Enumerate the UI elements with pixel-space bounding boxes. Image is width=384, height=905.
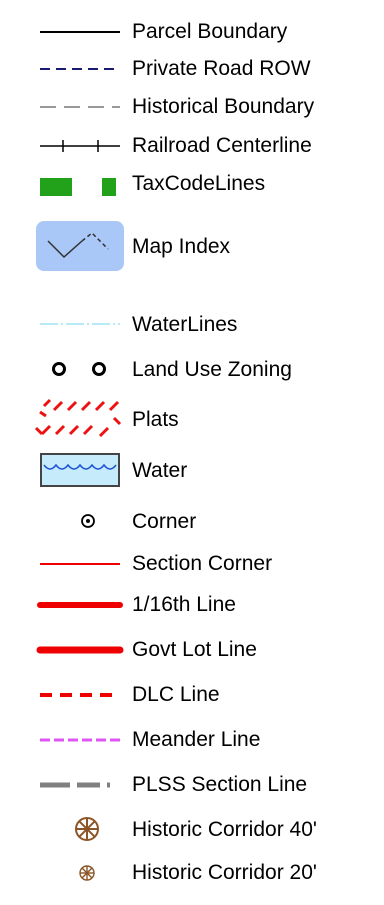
legend-label: Parcel Boundary — [132, 20, 288, 43]
magenta-dashed-line-icon — [30, 720, 126, 760]
legend-label: DLC Line — [132, 683, 220, 706]
gray-thick-dashed-line-icon — [30, 765, 126, 805]
wagon-wheel-icon — [30, 810, 126, 850]
legend-item-water: Water — [0, 451, 384, 491]
railroad-line-icon — [30, 126, 126, 166]
dot-circle-icon — [30, 502, 126, 542]
legend-item-plss-section-line: PLSS Section Line — [0, 765, 384, 805]
legend-label: Section Corner — [132, 552, 273, 575]
thick-red-line-icon — [30, 585, 126, 625]
legend-item-meander-line: Meander Line — [0, 720, 384, 760]
green-bars-icon — [30, 164, 126, 204]
red-dashed-line-icon — [30, 675, 126, 715]
map-index-polygon-icon — [30, 219, 126, 275]
legend-item-map-index: Map Index — [0, 219, 384, 275]
navy-dashed-line-icon — [30, 49, 126, 89]
solid-black-line-icon — [30, 12, 126, 52]
legend-label: Water — [132, 459, 188, 482]
water-waves-icon — [30, 451, 126, 491]
legend-item-section-corner: Section Corner — [0, 544, 384, 584]
legend-item-historical-boundary: Historical Boundary — [0, 87, 384, 127]
legend-item-waterlines: WaterLines — [0, 305, 384, 345]
legend-label: Govt Lot Line — [132, 638, 257, 661]
legend-label: Historic Corridor 40' — [132, 818, 317, 841]
legend-item-historic-corridor-40: Historic Corridor 40' — [0, 810, 384, 850]
legend-label: Meander Line — [132, 728, 261, 751]
legend-label: Plats — [132, 408, 179, 431]
gray-dashed-line-icon — [30, 87, 126, 127]
legend-label: Corner — [132, 510, 197, 533]
legend-item-land-use-zoning: Land Use Zoning — [0, 350, 384, 390]
legend-item-historic-corridor-20: Historic Corridor 20' — [0, 853, 384, 893]
legend-item-1-16th-line: 1/16th Line — [0, 585, 384, 625]
legend-item-corner: Corner — [0, 502, 384, 542]
legend-item-plats: Plats — [0, 394, 384, 446]
legend-item-railroad-centerline: Railroad Centerline — [0, 126, 384, 166]
legend-label: WaterLines — [132, 313, 238, 336]
legend-item-govt-lot-line: Govt Lot Line — [0, 630, 384, 670]
light-blue-line-icon — [30, 305, 126, 345]
legend-label: 1/16th Line — [132, 593, 236, 616]
legend-item-private-road-row: Private Road ROW — [0, 49, 384, 89]
thick-red-line-icon — [30, 630, 126, 670]
map-legend: Parcel Boundary Private Road ROW Histori… — [0, 0, 384, 905]
legend-label: Land Use Zoning — [132, 358, 292, 381]
red-hatch-icon — [30, 394, 126, 446]
legend-label: Map Index — [132, 235, 231, 258]
legend-item-dlc-line: DLC Line — [0, 675, 384, 715]
thin-red-line-icon — [30, 544, 126, 584]
legend-item-taxcodelines: TaxCodeLines — [0, 164, 384, 204]
legend-label: Historic Corridor 20' — [132, 861, 317, 884]
legend-item-parcel-boundary: Parcel Boundary — [0, 12, 384, 52]
legend-label: TaxCodeLines — [132, 172, 266, 195]
legend-label: PLSS Section Line — [132, 773, 308, 796]
legend-label: Railroad Centerline — [132, 134, 312, 157]
legend-label: Historical Boundary — [132, 95, 315, 118]
legend-label: Private Road ROW — [132, 57, 311, 80]
black-circles-icon — [30, 350, 126, 390]
small-wagon-wheel-icon — [30, 853, 126, 893]
